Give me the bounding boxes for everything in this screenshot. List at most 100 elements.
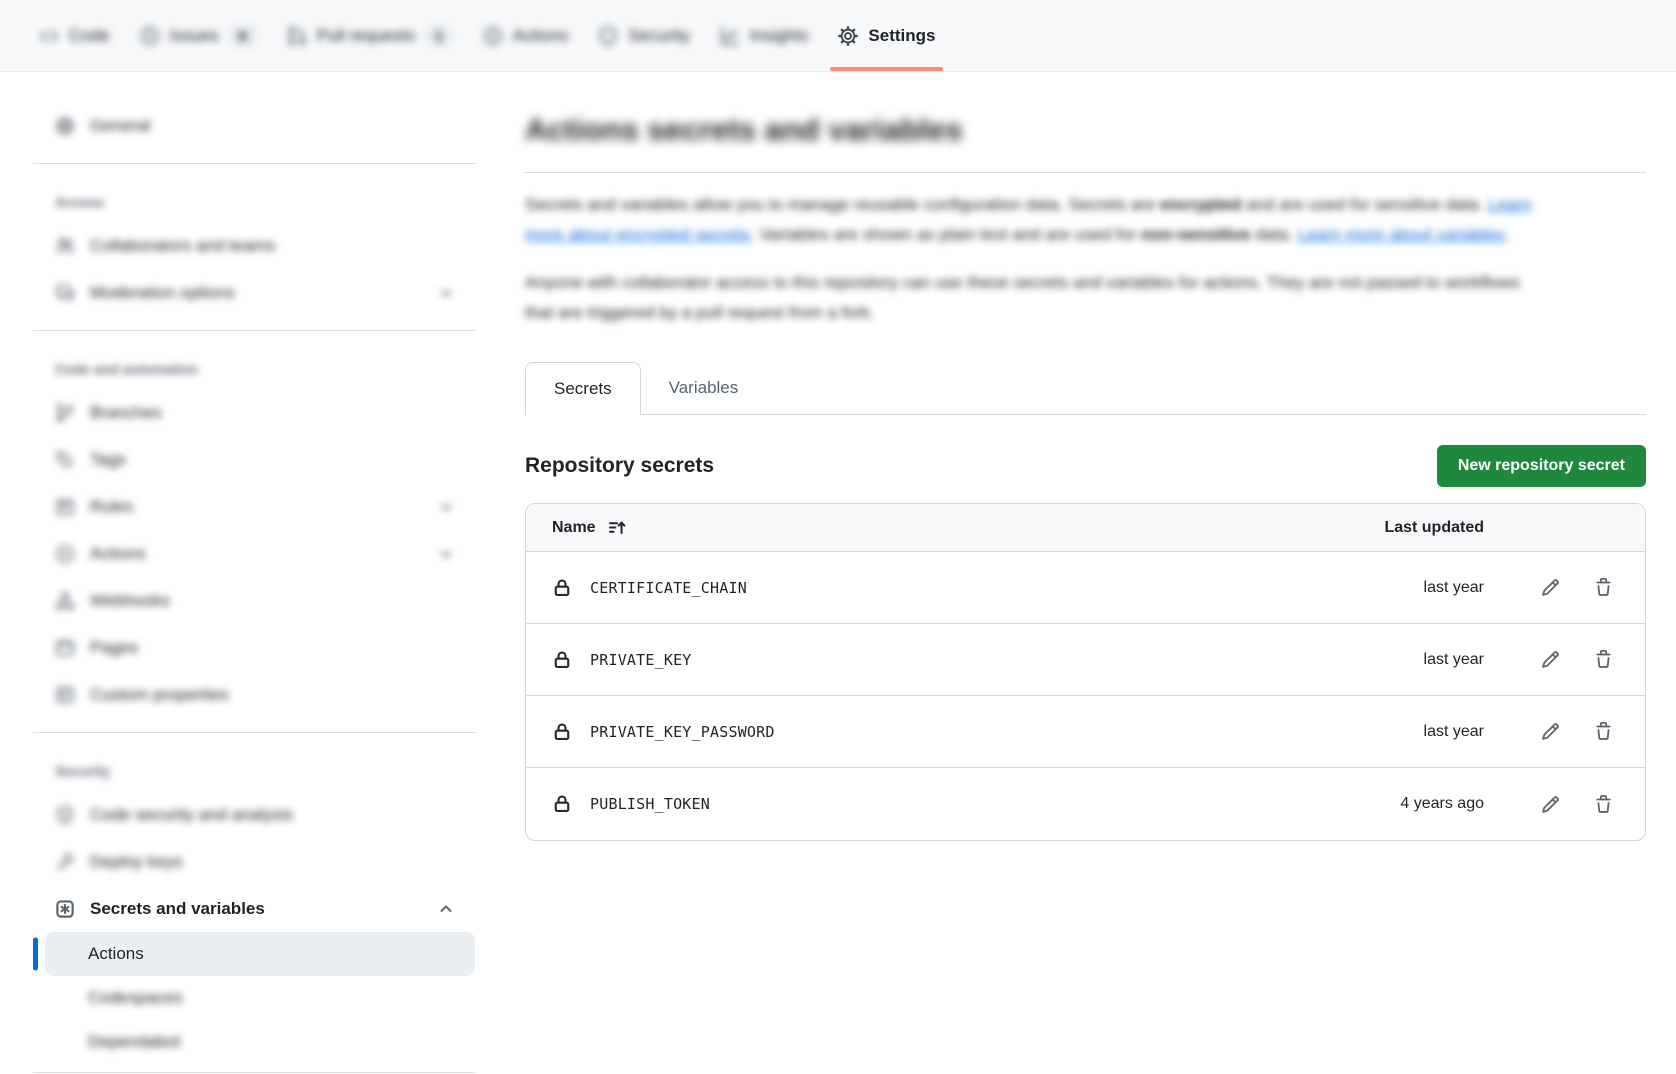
chevron-up-icon — [437, 900, 455, 918]
tab-label: Settings — [868, 26, 935, 46]
delete-secret-button[interactable] — [1587, 572, 1619, 604]
sidebar-item-label: Secrets and variables — [90, 899, 265, 919]
tab-secrets[interactable]: Secrets — [525, 362, 641, 415]
tab-security[interactable]: Security — [583, 0, 704, 71]
divider — [33, 1072, 475, 1073]
edit-secret-button[interactable] — [1534, 716, 1566, 748]
lock-icon — [552, 650, 572, 670]
sidebar-item-webhooks[interactable]: Webhooks — [33, 577, 475, 624]
tab-label: Issues — [170, 26, 219, 46]
sidebar-item-collaborators[interactable]: Collaborators and teams — [33, 222, 475, 269]
shield-icon — [598, 26, 618, 46]
intro-bold-encrypted: encrypted — [1160, 195, 1241, 214]
table-header-row: Name Last updated — [526, 504, 1645, 552]
delete-secret-button[interactable] — [1587, 716, 1619, 748]
sidebar-item-label: Actions — [90, 544, 146, 564]
intro-text-segment: . Variables are shown as plain text and … — [750, 225, 1141, 244]
sidebar-item-label: Moderation options — [90, 283, 235, 303]
repo-settings-page: Code Issues 8 Pull requests 1 Actions — [0, 0, 1676, 1074]
secrets-table: Name Last updated CERTIFICATE_CHAIN — [525, 503, 1646, 841]
graph-icon — [720, 26, 740, 46]
tab-label: Actions — [513, 26, 569, 46]
sidebar-subitem-dependabot[interactable]: Dependabot — [45, 1020, 475, 1064]
gear-icon — [55, 116, 75, 136]
sidebar-item-general[interactable]: General — [33, 102, 475, 149]
edit-secret-button[interactable] — [1534, 788, 1566, 820]
tab-actions[interactable]: Actions — [468, 0, 584, 71]
sidebar-item-deploy-keys[interactable]: Deploy keys — [33, 838, 475, 885]
sidebar-item-label: Deploy keys — [90, 852, 183, 872]
secret-name-cell: PRIVATE_KEY_PASSWORD — [552, 722, 1309, 742]
delete-secret-button[interactable] — [1587, 788, 1619, 820]
column-header-last-updated: Last updated — [1309, 519, 1484, 537]
sidebar-item-custom-properties[interactable]: Custom properties — [33, 671, 475, 718]
issue-opened-icon — [140, 26, 160, 46]
sidebar-item-pages[interactable]: Pages — [33, 624, 475, 671]
sidebar-item-label: Rules — [90, 497, 133, 517]
tab-variables[interactable]: Variables — [641, 362, 767, 414]
row-actions — [1484, 572, 1619, 604]
sidebar-item-rules[interactable]: Rules — [33, 483, 475, 530]
tab-code[interactable]: Code — [24, 0, 125, 71]
secret-name: CERTIFICATE_CHAIN — [590, 579, 747, 597]
intro-text-segment: data. — [1250, 225, 1297, 244]
sidebar-item-secrets-and-variables[interactable]: Secrets and variables — [33, 885, 475, 932]
sidebar-item-label: Custom properties — [90, 685, 229, 705]
tab-issues[interactable]: Issues 8 — [125, 0, 272, 71]
last-updated-cell: last year — [1309, 579, 1484, 597]
sidebar-item-label: Codespaces — [88, 988, 183, 1008]
delete-secret-button[interactable] — [1587, 644, 1619, 676]
sidebar-item-label: Dependabot — [88, 1032, 181, 1052]
tab-label: Security — [628, 26, 689, 46]
section-title: Repository secrets — [525, 454, 714, 478]
last-updated-cell: last year — [1309, 651, 1484, 669]
secret-name: PUBLISH_TOKEN — [590, 795, 710, 813]
tab-insights[interactable]: Insights — [705, 0, 824, 71]
sidebar-item-label: Actions — [88, 944, 144, 964]
secret-name: PRIVATE_KEY — [590, 651, 692, 669]
row-actions — [1484, 788, 1619, 820]
gear-icon — [838, 26, 858, 46]
link-learn-variables[interactable]: Learn more about variables — [1298, 225, 1505, 244]
key-icon — [55, 852, 75, 872]
code-icon — [39, 26, 59, 46]
intro-text: Secrets and variables allow you to manag… — [525, 190, 1646, 328]
column-header-name[interactable]: Name — [552, 518, 1309, 537]
sidebar-item-label: General — [90, 116, 150, 136]
row-actions — [1484, 644, 1619, 676]
tag-icon — [55, 450, 75, 470]
tab-pull-requests[interactable]: Pull requests 1 — [272, 0, 468, 71]
settings-layout: General Access Collaborators and teams M… — [0, 72, 1676, 1074]
sidebar-item-moderation-options[interactable]: Moderation options — [33, 269, 475, 316]
tab-label: Pull requests — [317, 26, 415, 46]
git-branch-icon — [55, 403, 75, 423]
shield-lock-icon — [55, 805, 75, 825]
sidebar-item-label: Webhooks — [90, 591, 170, 611]
sidebar-item-branches[interactable]: Branches — [33, 389, 475, 436]
sidebar-item-actions[interactable]: Actions — [33, 530, 475, 577]
secret-name: PRIVATE_KEY_PASSWORD — [590, 723, 775, 741]
sidebar-item-code-security[interactable]: Code security and analysis — [33, 791, 475, 838]
table-row: PRIVATE_KEY last year — [526, 624, 1645, 696]
intro-text-segment: . — [1505, 225, 1510, 244]
sidebar-section-code-automation: Code and automation — [33, 345, 475, 389]
issues-count-badge: 8 — [229, 25, 257, 47]
divider — [33, 163, 475, 164]
sidebar-subitem-codespaces[interactable]: Codespaces — [45, 976, 475, 1020]
play-circle-icon — [483, 26, 503, 46]
tab-settings[interactable]: Settings — [823, 0, 950, 71]
sidebar-item-label: Code security and analysis — [90, 805, 293, 825]
intro-paragraph-1: Secrets and variables allow you to manag… — [525, 190, 1537, 251]
sidebar-item-tags[interactable]: Tags — [33, 436, 475, 483]
intro-bold-non-sensitive: non-sensitive — [1141, 225, 1251, 244]
new-repository-secret-button[interactable]: New repository secret — [1437, 445, 1646, 487]
row-actions — [1484, 716, 1619, 748]
edit-secret-button[interactable] — [1534, 644, 1566, 676]
pull-requests-count-badge: 1 — [425, 25, 453, 47]
repo-tab-nav: Code Issues 8 Pull requests 1 Actions — [0, 0, 1676, 72]
webhook-icon — [55, 591, 75, 611]
sidebar-subitem-actions[interactable]: Actions — [45, 932, 475, 976]
table-row: CERTIFICATE_CHAIN last year — [526, 552, 1645, 624]
edit-secret-button[interactable] — [1534, 572, 1566, 604]
git-pull-request-icon — [287, 26, 307, 46]
